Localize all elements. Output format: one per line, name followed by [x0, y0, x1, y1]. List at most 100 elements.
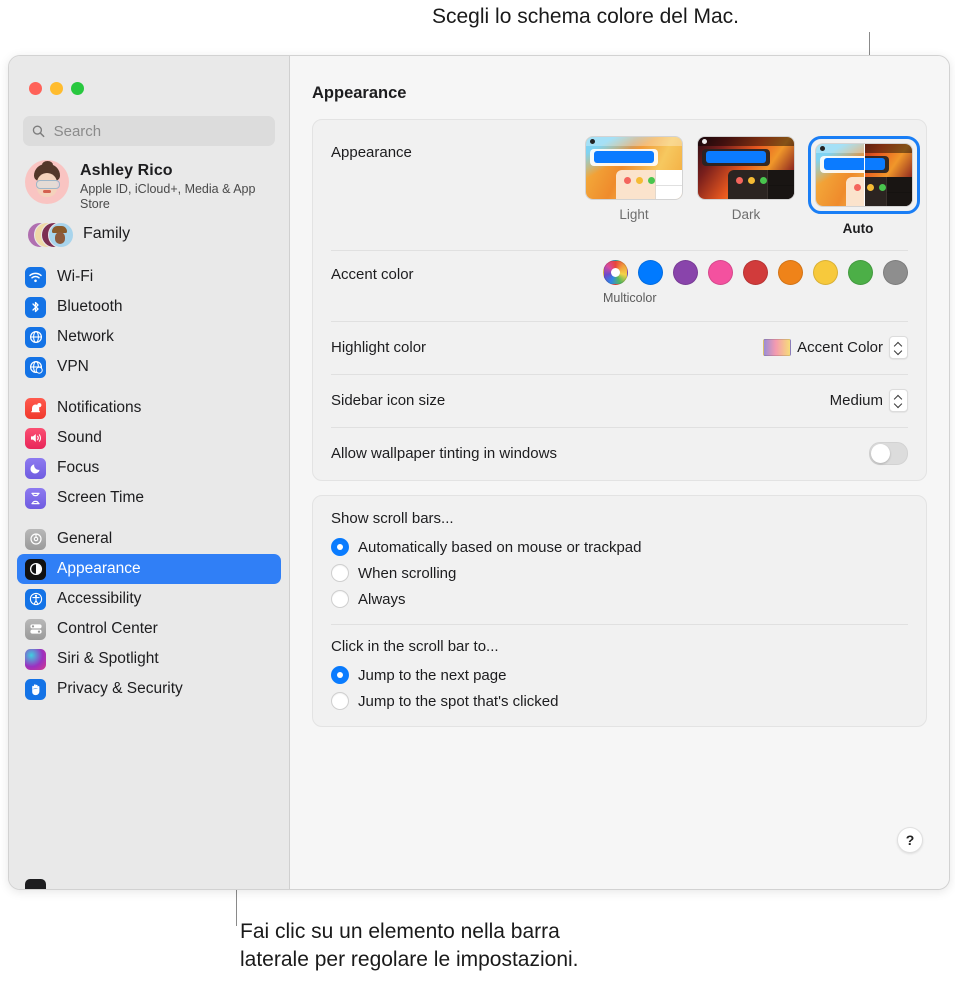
network-icon	[25, 327, 46, 348]
theme-label: Light	[584, 207, 684, 222]
sidebar-item-screen-time[interactable]: Screen Time	[17, 483, 281, 513]
accent-color-row: Accent color Multicolor	[313, 250, 926, 321]
sidebar-item-siri-spotlight[interactable]: Siri & Spotlight	[17, 644, 281, 674]
sidebar-item-label: Wi-Fi	[57, 268, 93, 286]
accent-swatch-green[interactable]	[848, 260, 873, 285]
radio-show-scrollbars-auto[interactable]: Automatically based on mouse or trackpad	[331, 534, 908, 560]
sidebar-item-privacy-security[interactable]: Privacy & Security	[17, 674, 281, 704]
sidebar-clipped-item	[9, 859, 289, 889]
radio-button[interactable]	[331, 590, 349, 608]
minimize-button[interactable]	[50, 82, 63, 95]
search-field[interactable]	[23, 116, 275, 146]
radio-label: Jump to the next page	[358, 667, 506, 684]
focus-icon	[25, 458, 46, 479]
radio-show-scrollbars-when-scrolling[interactable]: When scrolling	[331, 560, 908, 586]
content-pane: Appearance Appearance	[290, 56, 949, 889]
radio-click-next-page[interactable]: Jump to the next page	[331, 662, 908, 688]
theme-option-auto[interactable]: Auto	[808, 136, 908, 236]
siri-icon	[25, 649, 46, 670]
system-settings-window: Ashley Rico Apple ID, iCloud+, Media & A…	[8, 55, 950, 890]
sidebar-item-general[interactable]: General	[17, 524, 281, 554]
wallpaper-tinting-toggle[interactable]	[869, 442, 908, 465]
theme-thumbnail-auto	[815, 143, 913, 207]
accent-swatch-multicolor[interactable]	[603, 260, 628, 285]
highlight-color-swatch-icon	[763, 339, 791, 356]
sidebar-item-label: Focus	[57, 459, 99, 477]
click-scroll-bar-group: Click in the scroll bar to... Jump to th…	[313, 624, 926, 726]
sidebar-item-control-center[interactable]: Control Center	[17, 614, 281, 644]
accent-color-label: Accent color	[331, 260, 414, 283]
highlight-color-row: Highlight color Accent Color	[313, 321, 926, 374]
sidebar: Ashley Rico Apple ID, iCloud+, Media & A…	[9, 56, 290, 889]
accent-swatch-pink[interactable]	[708, 260, 733, 285]
radio-button[interactable]	[331, 692, 349, 710]
sidebar-item-accessibility[interactable]: Accessibility	[17, 584, 281, 614]
wallpaper-tinting-label: Allow wallpaper tinting in windows	[331, 445, 557, 462]
sidebar-item-label: VPN	[57, 358, 89, 376]
sidebar-item-family[interactable]: Family	[9, 212, 289, 248]
sidebar-item-label: Bluetooth	[57, 298, 123, 316]
help-button[interactable]: ?	[897, 827, 923, 853]
highlight-color-label: Highlight color	[331, 339, 426, 356]
sidebar-nav: Wi-Fi Bluetooth Network	[9, 262, 289, 704]
accent-swatch-graphite[interactable]	[883, 260, 908, 285]
accent-color-caption: Multicolor	[603, 291, 636, 305]
highlight-color-popup[interactable]: Accent Color	[763, 336, 908, 359]
zoom-button[interactable]	[71, 82, 84, 95]
appearance-options: Light	[584, 136, 908, 236]
sidebar-item-wi-fi[interactable]: Wi-Fi	[17, 262, 281, 292]
search-input[interactable]	[52, 122, 266, 141]
sidebar-group-system: Notifications Sound Focus	[9, 393, 289, 513]
radio-label: Always	[358, 591, 406, 608]
selection-ring	[808, 136, 920, 214]
wallpaper-tinting-row: Allow wallpaper tinting in windows	[313, 427, 926, 480]
sidebar-item-label: Privacy & Security	[57, 680, 183, 698]
radio-click-spot-clicked[interactable]: Jump to the spot that's clicked	[331, 688, 908, 714]
account-name: Ashley Rico	[80, 162, 260, 180]
accent-swatch-orange[interactable]	[778, 260, 803, 285]
wifi-icon	[25, 267, 46, 288]
theme-label: Auto	[808, 221, 908, 236]
radio-button[interactable]	[331, 564, 349, 582]
sidebar-icon-size-label: Sidebar icon size	[331, 392, 445, 409]
radio-button[interactable]	[331, 666, 349, 684]
account-row[interactable]: Ashley Rico Apple ID, iCloud+, Media & A…	[9, 146, 289, 212]
close-button[interactable]	[29, 82, 42, 95]
family-label: Family	[83, 225, 130, 243]
sidebar-item-focus[interactable]: Focus	[17, 453, 281, 483]
family-avatars-icon	[27, 220, 71, 248]
sidebar-item-network[interactable]: Network	[17, 322, 281, 352]
sidebar-item-vpn[interactable]: VPN	[17, 352, 281, 382]
sidebar-item-label: Accessibility	[57, 590, 141, 608]
accent-swatch-purple[interactable]	[673, 260, 698, 285]
accent-swatch-yellow[interactable]	[813, 260, 838, 285]
radio-show-scrollbars-always[interactable]: Always	[331, 586, 908, 612]
theme-option-dark[interactable]: Dark	[696, 136, 796, 236]
sidebar-item-notifications[interactable]: Notifications	[17, 393, 281, 423]
accent-swatch-red[interactable]	[743, 260, 768, 285]
sidebar-item-label: Appearance	[57, 560, 141, 578]
highlight-color-value: Accent Color	[797, 339, 883, 356]
theme-option-light[interactable]: Light	[584, 136, 684, 236]
scroll-bar-settings-card: Show scroll bars... Automatically based …	[312, 495, 927, 727]
top-annotation-text: Scegli lo schema colore del Mac.	[432, 3, 739, 31]
sidebar-icon-size-popup[interactable]: Medium	[830, 389, 908, 412]
notifications-icon	[25, 398, 46, 419]
sidebar-item-sound[interactable]: Sound	[17, 423, 281, 453]
theme-label: Dark	[696, 207, 796, 222]
chevron-updown-icon[interactable]	[889, 336, 908, 359]
sidebar-item-appearance[interactable]: Appearance	[17, 554, 281, 584]
appearance-row: Appearance	[313, 120, 926, 250]
appearance-label: Appearance	[331, 136, 412, 161]
radio-button[interactable]	[331, 538, 349, 556]
privacy-icon	[25, 679, 46, 700]
control-center-icon	[25, 619, 46, 640]
radio-label: When scrolling	[358, 565, 456, 582]
appearance-icon	[25, 559, 46, 580]
theme-thumbnail-dark	[697, 136, 795, 200]
chevron-updown-icon[interactable]	[889, 389, 908, 412]
accent-swatch-blue[interactable]	[638, 260, 663, 285]
sidebar-item-bluetooth[interactable]: Bluetooth	[17, 292, 281, 322]
accent-color-swatches	[603, 260, 908, 285]
desktop-dock-icon	[25, 879, 46, 889]
